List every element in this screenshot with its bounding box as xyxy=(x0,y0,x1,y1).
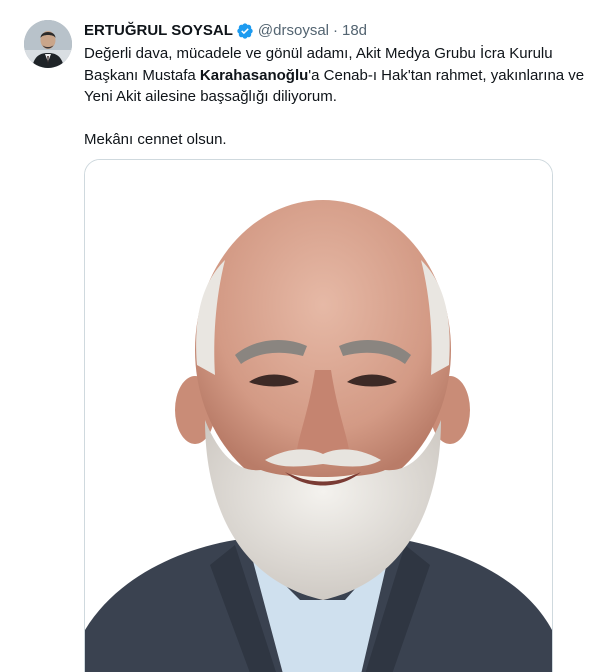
verified-badge-icon xyxy=(236,22,254,40)
tweet-header: ERTUĞRUL SOYSAL @drsoysal · 18d xyxy=(84,20,367,42)
author-avatar[interactable] xyxy=(24,20,72,68)
tweet-media-photo[interactable] xyxy=(84,159,553,672)
tweet-text-segment: Başkanı Mustafa xyxy=(84,66,200,84)
portrait-photo xyxy=(85,160,552,672)
tweet-timestamp[interactable]: 18d xyxy=(342,21,367,41)
tweet-text-line: Mekânı cennet olsun. xyxy=(84,131,227,148)
tweet-text-line: Değerli dava, mücadele ve gönül adamı, A… xyxy=(84,45,553,62)
tweet-text-line: Başkanı Mustafa Karahasanoğlu'a Cenab-ı … xyxy=(84,65,604,87)
tweet-text-line: Yeni Akit ailesine başsağlığı diliyorum. xyxy=(84,88,337,105)
tweet-text-segment: 'a Cenab-ı Hak'tan rahmet, yakınlarına v… xyxy=(308,66,585,84)
tweet-card[interactable]: ERTUĞRUL SOYSAL @drsoysal · 18d Değerli … xyxy=(0,0,614,672)
header-separator: · xyxy=(333,22,338,39)
tweet-text: Değerli dava, mücadele ve gönül adamı, A… xyxy=(84,43,604,151)
author-display-name[interactable]: ERTUĞRUL SOYSAL xyxy=(84,21,233,41)
highlighted-name: Karahasanoğlu xyxy=(199,66,309,84)
user-avatar-icon xyxy=(24,20,72,68)
author-handle[interactable]: @drsoysal xyxy=(258,21,329,41)
